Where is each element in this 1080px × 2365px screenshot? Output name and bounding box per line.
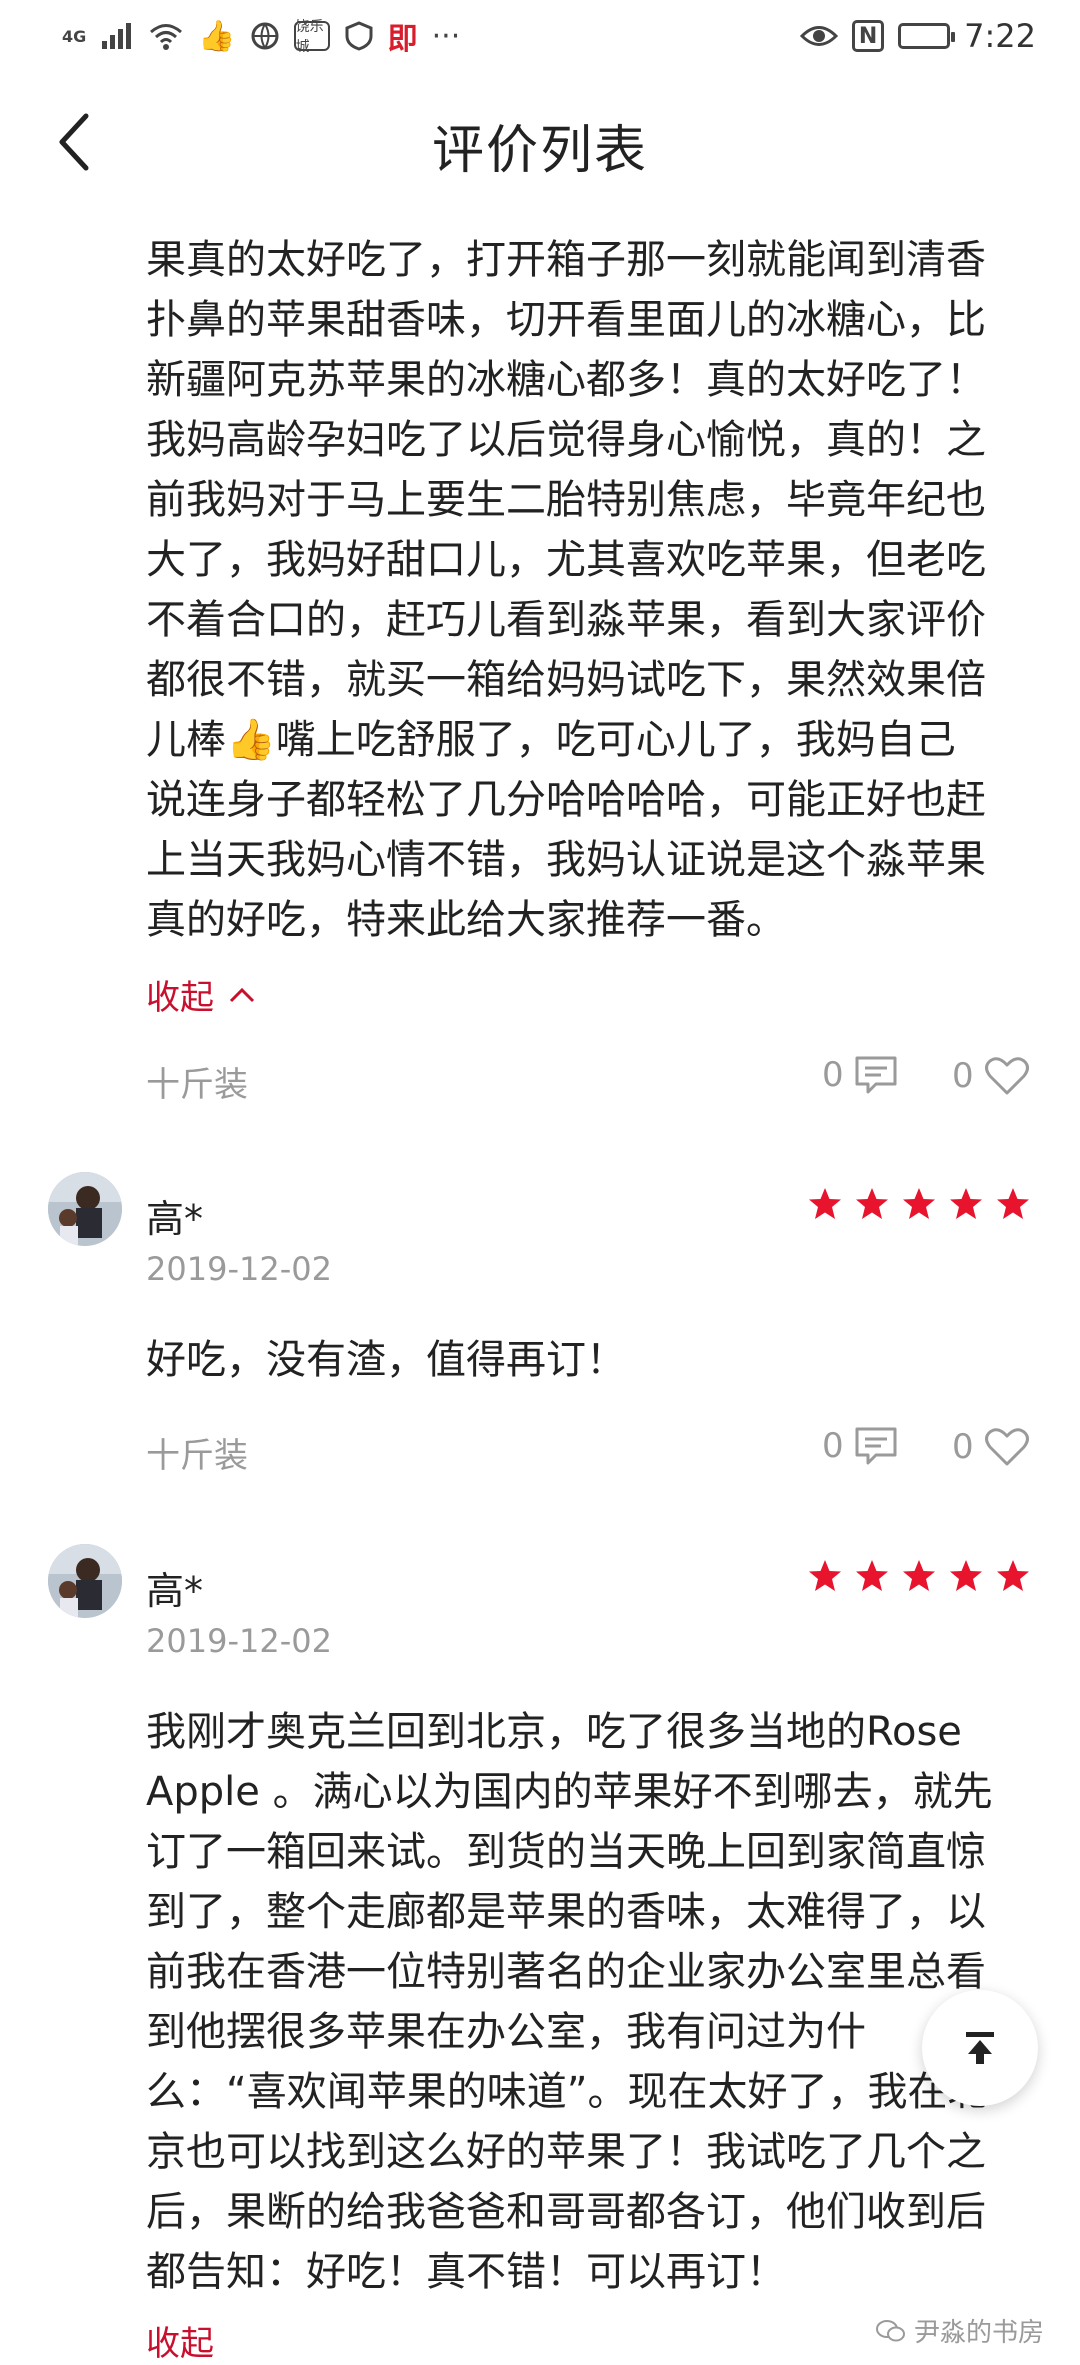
clock: 7:22 [964, 17, 1036, 55]
review-line: 前我妈对于马上要生二胎特别焦虑，毕竟年纪也 [146, 477, 986, 523]
app-notification-icon: 饶乐城 [293, 19, 330, 55]
review-3-text: 我刚才奥克兰回到北京，吃了很多当地的Rose Apple 。满心以为国内的苹果好… [146, 1702, 1046, 2302]
star-icon [855, 1559, 889, 1593]
collapse-button[interactable]: 收起 [146, 2316, 214, 2365]
heart-icon [984, 1428, 1029, 1466]
like-button[interactable]: 0 [952, 1426, 1030, 1468]
comment-icon [855, 1056, 897, 1094]
wifi-icon [148, 21, 184, 51]
review-line: 好吃，没有渣，值得再订！ [146, 1337, 626, 1383]
network-type: 4G [62, 26, 87, 46]
comment-icon [855, 1427, 897, 1465]
review-line: 京也可以找到这么好的苹果了！我试吃了几个之 [146, 2129, 986, 2175]
page-title: 评价列表 [431, 121, 648, 181]
avatar[interactable] [48, 1172, 122, 1246]
star-icon [949, 1559, 983, 1593]
review-line: 不着合口的，赶巧儿看到淼苹果，看到大家评价 [146, 597, 986, 643]
battery-icon [898, 23, 956, 49]
comment-count: 0 [822, 1055, 844, 1095]
collapse-label: 收起 [146, 978, 214, 1018]
review-line: 到了，整个走廊都是苹果的香味，太难得了，以 [146, 1889, 986, 1935]
product-spec: 十斤装 [146, 1436, 248, 1476]
review-line: 都告知：好吃！真不错！可以再订！ [146, 2249, 786, 2295]
like-count: 0 [952, 1427, 974, 1467]
review-line: 么：“喜欢闻苹果的味道”。现在太好了，我在北 [146, 2069, 988, 2115]
shield-icon [344, 21, 374, 51]
review-line: 订了一箱回来试。到货的当天晚上回到家简直惊 [146, 1829, 986, 1875]
watermark-text: 尹淼的书房 [913, 2318, 1044, 2348]
star-icon [902, 1187, 936, 1221]
star-rating [808, 1559, 1030, 1593]
status-right: N 7:22 [800, 17, 1036, 55]
review-line: 后，果断的给我爸爸和哥哥都各订，他们收到后 [146, 2189, 986, 2235]
review-line: 扑鼻的苹果甜香味，切开看里面儿的冰糖心，比 [146, 297, 986, 343]
review-line: 大了，我妈好甜口儿，尤其喜欢吃苹果，但老吃 [146, 537, 986, 583]
review-line: 新疆阿克苏苹果的冰糖心都多！真的太好吃了！ [146, 357, 986, 403]
nav-bar: 评价列表 [0, 72, 1080, 212]
chevron-up-icon [229, 987, 255, 1002]
heart-icon [984, 1057, 1029, 1095]
username: 高* [146, 1569, 204, 1613]
review-date: 2019-12-02 [146, 1250, 332, 1288]
star-icon [902, 1559, 936, 1593]
eye-icon [800, 21, 839, 51]
review-1-text: 果真的太好吃了，打开箱子那一刻就能闻到清香 扑鼻的苹果甜香味，切开看里面儿的冰糖… [146, 230, 1046, 950]
review-line: 我刚才奥克兰回到北京，吃了很多当地的Rose [146, 1709, 962, 1755]
star-icon [996, 1187, 1030, 1221]
review-line: 到他摆很多苹果在办公室，我有问过为什 [146, 2009, 866, 2055]
review-line: 都很不错，就买一箱给妈妈试吃下，果然效果倍 [146, 657, 986, 703]
status-left: 4G 👍 饶乐城 即 ··· [62, 14, 460, 58]
like-button[interactable]: 0 [952, 1055, 1030, 1097]
mail-app-icon: 即 [387, 22, 418, 57]
star-icon [949, 1187, 983, 1221]
star-icon [808, 1187, 842, 1221]
username: 高* [146, 1197, 204, 1241]
nfc-icon: N [852, 20, 885, 52]
signal-icon [100, 21, 134, 51]
arrow-up-to-top-icon [966, 2032, 994, 2064]
review-line: 儿棒👍嘴上吃舒服了，吃可心儿了，我妈自己 [146, 717, 956, 763]
comment-count: 0 [822, 1426, 844, 1466]
review-line: 上当天我妈心情不错，我妈认证说是这个淼苹果 [146, 837, 986, 883]
review-line: 前我在香港一位特别著名的企业家办公室里总看 [146, 1949, 986, 1995]
star-rating [808, 1187, 1030, 1221]
review-line: 说连身子都轻松了几分哈哈哈哈，可能正好也赶 [146, 777, 986, 823]
like-count: 0 [952, 1056, 974, 1096]
browser-icon [250, 21, 280, 51]
status-bar: 4G 👍 饶乐城 即 ··· N 7:22 [0, 0, 1080, 72]
thumbs-up-icon: 👍 [198, 18, 236, 54]
collapse-button[interactable]: 收起 [146, 970, 256, 1019]
star-icon [855, 1187, 889, 1221]
review-line: 果真的太好吃了，打开箱子那一刻就能闻到清香 [146, 237, 986, 283]
watermark: 尹淼的书房 [875, 2312, 1044, 2349]
more-notifications-icon: ··· [431, 18, 461, 54]
review-2-text: 好吃，没有渣，值得再订！ [146, 1330, 1046, 1390]
review-line: 我妈高龄孕妇吃了以后觉得身心愉悦，真的！之 [146, 417, 986, 463]
review-line: 真的好吃，特来此给大家推荐一番。 [146, 897, 786, 943]
comment-button[interactable]: 0 [822, 1055, 898, 1095]
comment-button[interactable]: 0 [822, 1426, 898, 1466]
star-icon [996, 1559, 1030, 1593]
avatar[interactable] [48, 1544, 122, 1618]
review-date: 2019-12-02 [146, 1622, 332, 1660]
review-line: Apple 。满心以为国内的苹果好不到哪去，就先 [146, 1769, 993, 1815]
star-icon [808, 1559, 842, 1593]
back-to-top-button[interactable] [922, 1990, 1038, 2106]
collapse-label: 收起 [146, 2324, 214, 2364]
product-spec: 十斤装 [146, 1065, 248, 1105]
